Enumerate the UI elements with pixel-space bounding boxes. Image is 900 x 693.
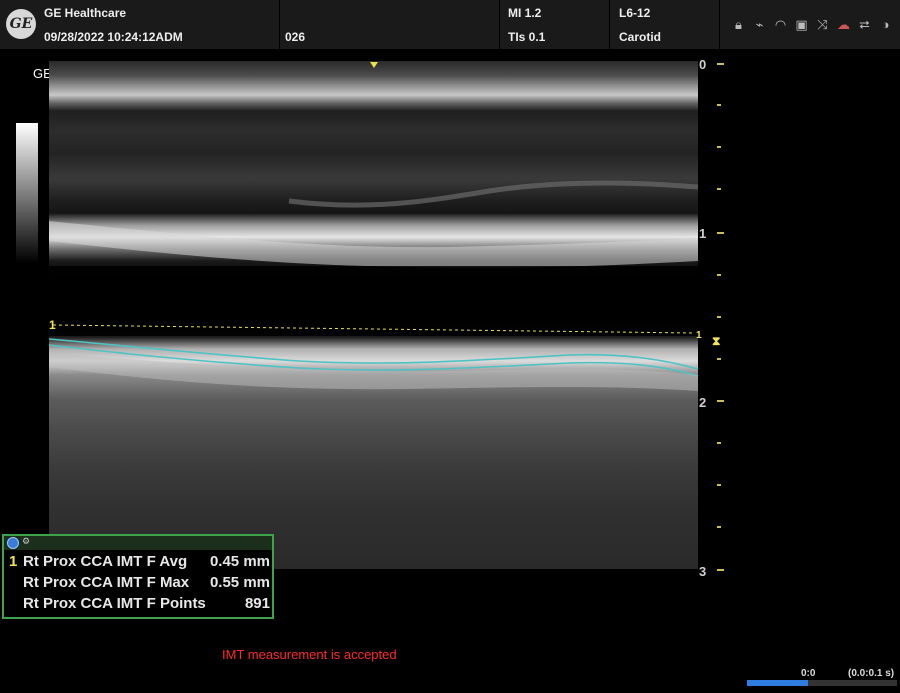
tissue-streak [288,180,698,208]
header-patient-cell: 026 [280,0,500,49]
exam-preset: Carotid [619,30,661,44]
result-value: 891 [244,595,270,612]
status-message: IMT measurement is accepted [222,647,397,662]
focus-zone-icon: ⧗ [712,334,721,348]
cine-scrollbar-fill[interactable] [747,680,808,686]
probe-name: L6-12 [619,6,651,20]
results-panel-header: ⚙ [4,536,272,550]
lock-icon: 🔒︎ [735,16,742,32]
result-label: Rt Prox CCA IMT F Avg [23,553,188,570]
header-index-cell: MI 1.2 TIs 0.1 [500,0,610,49]
depth-label-3: 3 [699,564,707,579]
system-status-icons: 🔒︎ ⌁ ◠ ▣ ⤨ ☁ ⮂ ◑ [730,14,894,34]
depth-label-0: 0 [699,57,707,72]
result-number: 1 [9,553,18,570]
usb-drive-icon: ⤨ [817,16,828,32]
cine-range: (0.0:0.1 s) [848,668,895,679]
brand-name: GE Healthcare [44,6,127,20]
ge-logo-icon: GE [6,9,36,39]
results-globe-icon[interactable] [7,537,19,549]
contrast-icon: ◑ [881,16,890,32]
depth-label-2: 2 [699,395,707,410]
wifi-icon: ◠ [774,16,787,32]
measurement-results-panel[interactable]: ⚙ 1 Rt Prox CCA IMT F Avg 0.45 mm Rt Pro… [2,534,274,619]
exam-datetime: 09/28/2022 10:24:12ADM [44,30,183,44]
results-settings-icon[interactable]: ⚙ [22,536,30,547]
focus-marker-icon [370,62,378,68]
measurement-marker-left[interactable]: 1 [49,318,56,332]
cine-frame: 0:0 [801,668,816,679]
ultrasound-image[interactable] [49,61,698,569]
result-row-avg[interactable]: 1 Rt Prox CCA IMT F Avg 0.45 mm [4,553,272,573]
usb-icon: ⌁ [755,16,764,32]
image-overlay [49,62,698,391]
header-bar: GE GE Healthcare 09/28/2022 10:24:12ADM … [0,0,900,49]
header-brand-cell: GE GE Healthcare 09/28/2022 10:24:12ADM [0,0,280,49]
result-value: 0.55 mm [209,574,270,591]
power-icon: ⮂ [859,16,870,32]
network-icon: ▣ [795,16,808,32]
result-label: Rt Prox CCA IMT F Points [23,595,206,612]
lower-wall-band [49,353,698,391]
upper-wall-band [49,221,698,268]
header-probe-cell: L6-12 Carotid [610,0,720,49]
thermal-index: TIs 0.1 [508,30,546,44]
vessel-lumen [49,266,698,336]
result-row-points[interactable]: Rt Prox CCA IMT F Points 891 [4,595,272,615]
cine-scrollbar[interactable] [747,680,897,686]
cloud-icon: ☁ [837,16,850,32]
depth-label-1: 1 [699,226,707,241]
patient-id: 026 [285,30,306,44]
grayscale-bar [16,123,38,263]
mechanical-index: MI 1.2 [508,6,542,20]
result-label: Rt Prox CCA IMT F Max [23,574,190,591]
result-row-max[interactable]: Rt Prox CCA IMT F Max 0.55 mm [4,574,272,594]
measurement-marker-right[interactable]: 1 [696,330,702,341]
result-value: 0.45 mm [209,553,270,570]
